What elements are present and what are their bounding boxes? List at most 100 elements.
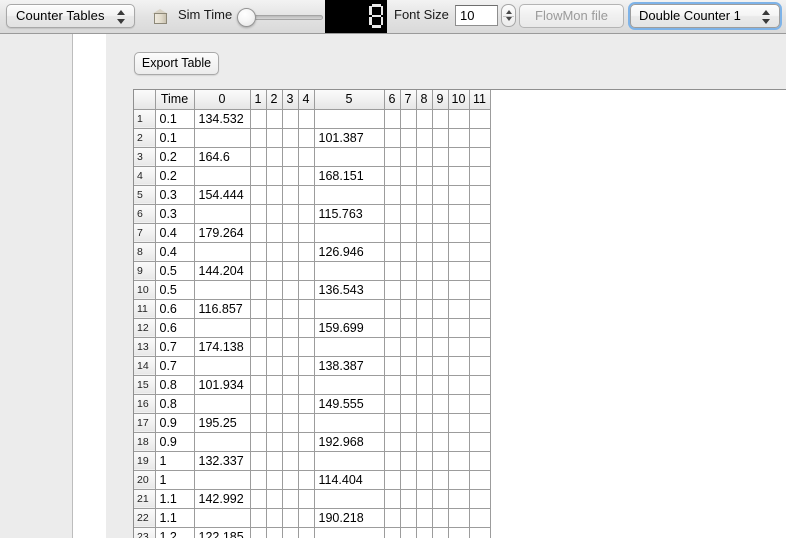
counter-9-cell[interactable]: [432, 204, 449, 224]
counter-4-cell[interactable]: [298, 242, 315, 262]
counter-6-cell[interactable]: [384, 432, 401, 452]
font-size-input[interactable]: 10: [455, 5, 498, 26]
counter-1-cell[interactable]: [250, 432, 267, 452]
view-selector-popup[interactable]: Counter Tables: [6, 4, 135, 28]
counter-7-cell[interactable]: [400, 280, 417, 300]
row-number-cell[interactable]: 5: [134, 185, 156, 205]
counter-6-cell[interactable]: [384, 280, 401, 300]
counter-1-cell[interactable]: [250, 318, 267, 338]
row-number-cell[interactable]: 11: [134, 299, 156, 319]
row-number-cell[interactable]: 10: [134, 280, 156, 300]
counter-5-cell[interactable]: [314, 185, 385, 205]
row-number-cell[interactable]: 6: [134, 204, 156, 224]
counter-0-cell[interactable]: 132.337: [194, 451, 251, 471]
time-cell[interactable]: 0.6: [155, 299, 195, 319]
counter-7-cell[interactable]: [400, 337, 417, 357]
counter-11-cell[interactable]: [469, 242, 491, 262]
counter-4-cell[interactable]: [298, 223, 315, 243]
counter-4-cell[interactable]: [298, 318, 315, 338]
counter-3-cell[interactable]: [282, 147, 299, 167]
counter-10-cell[interactable]: [448, 299, 470, 319]
counter-1-cell[interactable]: [250, 470, 267, 490]
counter-4-cell[interactable]: [298, 166, 315, 186]
counter-2-cell[interactable]: [266, 394, 283, 414]
counter-2-cell[interactable]: [266, 204, 283, 224]
counter-1-cell[interactable]: [250, 394, 267, 414]
counter-5-cell[interactable]: 159.699: [314, 318, 385, 338]
counter-9-cell[interactable]: [432, 432, 449, 452]
counter-1-cell[interactable]: [250, 223, 267, 243]
counter-7-cell[interactable]: [400, 527, 417, 538]
counter-9-cell[interactable]: [432, 223, 449, 243]
counter-11-cell[interactable]: [469, 280, 491, 300]
counter-11-cell[interactable]: [469, 527, 491, 538]
counter-3-cell[interactable]: [282, 299, 299, 319]
counter-4-cell[interactable]: [298, 356, 315, 376]
counter-5-cell[interactable]: [314, 337, 385, 357]
counter-5-cell[interactable]: [314, 261, 385, 281]
counter-5-cell[interactable]: [314, 527, 385, 538]
counter-3-cell[interactable]: [282, 413, 299, 433]
counter-11-cell[interactable]: [469, 147, 491, 167]
table-column-header-5[interactable]: 5: [314, 90, 385, 110]
counter-6-cell[interactable]: [384, 147, 401, 167]
table-row[interactable]: 7 0.4 179.264: [134, 223, 491, 243]
counter-8-cell[interactable]: [416, 337, 433, 357]
counter-10-cell[interactable]: [448, 413, 470, 433]
counter-11-cell[interactable]: [469, 299, 491, 319]
counter-0-cell[interactable]: 134.532: [194, 109, 251, 129]
table-column-header-6[interactable]: 6: [384, 90, 401, 110]
counter-3-cell[interactable]: [282, 375, 299, 395]
counter-9-cell[interactable]: [432, 242, 449, 262]
row-number-cell[interactable]: 9: [134, 261, 156, 281]
table-row[interactable]: 5 0.3 154.444: [134, 185, 491, 205]
counter-2-cell[interactable]: [266, 185, 283, 205]
counter-7-cell[interactable]: [400, 299, 417, 319]
counter-6-cell[interactable]: [384, 489, 401, 509]
counter-4-cell[interactable]: [298, 375, 315, 395]
table-row[interactable]: 13 0.7 174.138: [134, 337, 491, 357]
counter-0-cell[interactable]: 164.6: [194, 147, 251, 167]
sim-time-slider-knob[interactable]: [237, 8, 256, 27]
counter-2-cell[interactable]: [266, 508, 283, 528]
counter-10-cell[interactable]: [448, 109, 470, 129]
time-cell[interactable]: 0.1: [155, 109, 195, 129]
counter-8-cell[interactable]: [416, 394, 433, 414]
counter-1-cell[interactable]: [250, 166, 267, 186]
counter-10-cell[interactable]: [448, 280, 470, 300]
counter-10-cell[interactable]: [448, 223, 470, 243]
table-column-header-0[interactable]: 0: [194, 90, 251, 110]
time-cell[interactable]: 0.2: [155, 166, 195, 186]
table-row[interactable]: 22 1.1 190.218: [134, 508, 491, 528]
counter-0-cell[interactable]: 179.264: [194, 223, 251, 243]
table-row[interactable]: 20 1 114.404: [134, 470, 491, 490]
row-number-cell[interactable]: 8: [134, 242, 156, 262]
counter-3-cell[interactable]: [282, 394, 299, 414]
counter-1-cell[interactable]: [250, 147, 267, 167]
table-row[interactable]: 3 0.2 164.6: [134, 147, 491, 167]
counter-0-cell[interactable]: [194, 166, 251, 186]
counter-5-cell[interactable]: [314, 299, 385, 319]
counter-11-cell[interactable]: [469, 261, 491, 281]
counter-10-cell[interactable]: [448, 375, 470, 395]
counter-6-cell[interactable]: [384, 299, 401, 319]
counter-10-cell[interactable]: [448, 356, 470, 376]
counter-1-cell[interactable]: [250, 128, 267, 148]
row-number-cell[interactable]: 2: [134, 128, 156, 148]
counter-8-cell[interactable]: [416, 356, 433, 376]
counter-8-cell[interactable]: [416, 185, 433, 205]
time-cell[interactable]: 1: [155, 451, 195, 471]
counter-9-cell[interactable]: [432, 527, 449, 538]
table-row[interactable]: 4 0.2 168.151: [134, 166, 491, 186]
counter-3-cell[interactable]: [282, 356, 299, 376]
counter-8-cell[interactable]: [416, 128, 433, 148]
counter-0-cell[interactable]: 144.204: [194, 261, 251, 281]
counter-6-cell[interactable]: [384, 318, 401, 338]
counter-7-cell[interactable]: [400, 166, 417, 186]
table-row[interactable]: 12 0.6 159.699: [134, 318, 491, 338]
counter-5-cell[interactable]: 114.404: [314, 470, 385, 490]
counter-3-cell[interactable]: [282, 261, 299, 281]
time-cell[interactable]: 1.1: [155, 508, 195, 528]
counter-1-cell[interactable]: [250, 204, 267, 224]
counter-8-cell[interactable]: [416, 204, 433, 224]
